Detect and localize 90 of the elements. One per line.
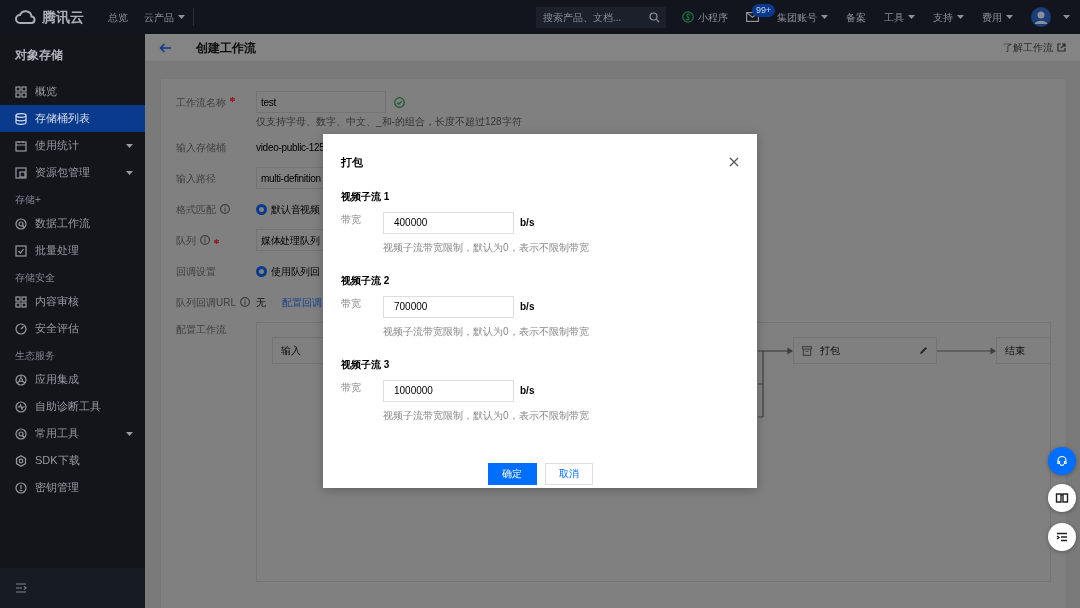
menu-link[interactable]: 集团账号 [777, 9, 828, 25]
sidebar-item[interactable]: 安全评估 [0, 315, 145, 342]
gear-icon [15, 454, 27, 467]
field-value: video-public-125 [256, 140, 325, 155]
branch-connector [757, 350, 764, 418]
sidebar-title: 对象存储 [14, 47, 64, 64]
pencil-icon[interactable] [919, 346, 928, 355]
field-label: 带宽 [341, 381, 361, 393]
search-circle-icon [15, 217, 27, 230]
notification-badge: 99+ [752, 4, 776, 17]
menu-link[interactable]: 费用 [982, 9, 1013, 25]
collapse-icon[interactable] [15, 583, 27, 593]
hint-text: 视频子流带宽限制，默认为0，表示不限制带宽 [383, 240, 590, 255]
field-label: 带宽 [341, 297, 361, 309]
hint-text: 仅支持字母、数字、中文、_和-的组合，长度不超过128字符 [256, 116, 522, 127]
hint-text: 视频子流带宽限制，默认为0，表示不限制带宽 [383, 408, 590, 423]
help-link[interactable]: 了解工作流 [1003, 40, 1066, 55]
sidebar-item[interactable]: 常用工具 [0, 420, 145, 447]
sidebar-item[interactable]: 自助诊断工具 [0, 393, 145, 420]
archive-icon [802, 345, 812, 356]
headset-icon [1055, 454, 1069, 468]
unit-label: b/s [520, 384, 535, 398]
section-heading: 视频子流 2 [341, 273, 391, 288]
workflow-node[interactable]: 打包 [793, 337, 937, 364]
section-heading: 视频子流 1 [341, 189, 391, 204]
section-heading: 视频子流 3 [341, 357, 391, 372]
calendar-icon [15, 139, 27, 152]
sidebar-item[interactable]: 资源包管理 [0, 159, 145, 186]
floating-button[interactable] [1048, 523, 1076, 551]
mini-program-link[interactable]: 小程序 [682, 9, 728, 25]
sidebar-item[interactable]: 使用统计 [0, 132, 145, 159]
input-field[interactable]: test [256, 91, 386, 113]
sidebar-item[interactable]: 批量处理 [0, 237, 145, 264]
book-icon [1055, 491, 1069, 505]
sidebar-item[interactable]: 存储桶列表 [0, 105, 145, 132]
grid-icon [15, 295, 27, 308]
sidebar-item[interactable]: 密钥管理 [0, 474, 145, 501]
nav-link[interactable]: 云产品 [144, 9, 185, 25]
grid-icon [15, 85, 27, 98]
confirm-button[interactable]: 确定 [487, 462, 537, 485]
avatar-icon[interactable] [1031, 7, 1051, 27]
back-arrow-icon[interactable] [159, 42, 172, 53]
connector-arrow [936, 347, 997, 355]
sidebar-item[interactable]: 数据工作流 [0, 210, 145, 237]
search-circle-icon [15, 427, 27, 440]
floating-button[interactable] [1048, 484, 1076, 512]
menu-link[interactable]: 备案 [846, 9, 866, 25]
gauge-icon [15, 322, 27, 335]
radio-button[interactable] [256, 265, 267, 277]
section-heading: 存储安全 [14, 271, 56, 285]
search-icon [649, 11, 660, 23]
logo-text: 腾讯云 [42, 7, 84, 27]
database-icon [15, 112, 27, 125]
unit-label: b/s [520, 216, 535, 230]
section-heading: 存储+ [14, 193, 42, 207]
hint-text: 视频子流带宽限制，默认为0，表示不限制带宽 [383, 324, 590, 339]
radio-button[interactable] [256, 203, 267, 215]
radio-label[interactable]: 使用队列回 [271, 263, 320, 279]
nav-link[interactable]: 总览 [108, 9, 128, 25]
field-label: 带宽 [341, 213, 361, 225]
pulse-icon [15, 400, 27, 413]
external-link-icon [1057, 43, 1066, 52]
list-icon [1055, 530, 1069, 544]
field-value: 无 [256, 295, 266, 310]
network-icon [15, 373, 27, 386]
bandwidth-field[interactable]: 400000 [383, 211, 514, 234]
menu-link[interactable]: 工具 [884, 9, 915, 25]
bandwidth-field[interactable]: 700000 [383, 295, 514, 318]
close-icon[interactable] [729, 157, 739, 168]
sidebar-item[interactable]: 应用集成 [0, 366, 145, 393]
radio-label[interactable]: 默认音视频 [271, 201, 320, 217]
cloud-icon [14, 9, 38, 25]
bandwidth-field[interactable]: 1000000 [383, 379, 514, 402]
workflow-node[interactable]: 结束 [996, 337, 1050, 364]
sidebar-item[interactable]: SDK下载 [0, 447, 145, 474]
dialog-title: 打包 [341, 155, 364, 170]
mini-program-icon [682, 11, 694, 23]
section-heading: 生态服务 [14, 349, 56, 363]
package-icon [15, 166, 27, 179]
connector-arrow [757, 347, 794, 355]
unit-label: b/s [520, 300, 535, 314]
sidebar-item[interactable]: 概览 [0, 78, 145, 105]
search-field[interactable]: 搜索产品、文档... [536, 6, 666, 28]
page-title: 创建工作流 [196, 39, 256, 57]
checkbox-icon [15, 244, 27, 257]
cancel-button[interactable]: 取消 [544, 462, 593, 485]
form-label: 队列 [176, 233, 196, 248]
menu-link[interactable]: 支持 [933, 9, 964, 25]
sidebar-item[interactable]: 内容审核 [0, 288, 145, 315]
form-label: 输入路径 [176, 171, 216, 186]
